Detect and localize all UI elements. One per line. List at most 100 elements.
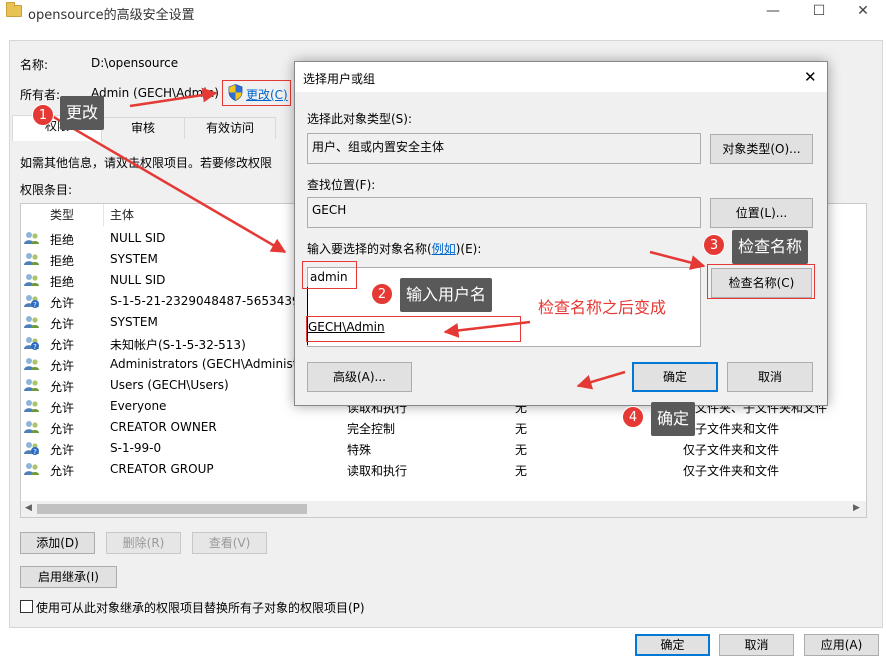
object-types-button[interactable]: 对象类型(O)... (710, 134, 813, 164)
location-field: GECH (307, 197, 701, 228)
enable-inheritance-button[interactable]: 启用继承(I) (20, 566, 117, 588)
ok-button[interactable]: 确定 (635, 634, 710, 656)
dialog-title: 选择用户或组 (303, 72, 376, 86)
row-principal: CREATOR GROUP (110, 462, 214, 476)
row-type: 拒绝 (50, 233, 75, 247)
row-access: 特殊 (347, 443, 372, 457)
check-names-highlight (707, 264, 815, 299)
svg-text:?: ? (33, 343, 37, 351)
table-row[interactable]: ? 允许 S-1-99-0 特殊 无 仅子文件夹和文件 (22, 438, 862, 459)
step-1-callout: 更改 (60, 96, 105, 130)
object-names-label-prefix: 输入要选择的对象名称( (307, 242, 432, 256)
object-names-label-suffix: )(E): (455, 242, 482, 256)
users-icon (24, 253, 39, 265)
object-names-label: 输入要选择的对象名称(例如)(E): (307, 240, 481, 257)
row-principal: Everyone (110, 399, 167, 413)
row-principal: NULL SID (110, 231, 166, 245)
users-icon (24, 316, 39, 328)
name-label: 名称: (20, 58, 49, 72)
step-1-badge: 1 (32, 104, 54, 126)
resolved-name-highlight (306, 316, 521, 342)
row-type: 允许 (50, 422, 75, 436)
owner-value: Admin (GECH\Admin) (91, 86, 219, 100)
view-button[interactable]: 查看(V) (192, 532, 267, 554)
row-type: 拒绝 (50, 275, 75, 289)
object-type-label: 选择此对象类型(S): (307, 112, 413, 126)
step-2-badge: 2 (371, 283, 393, 305)
advanced-button[interactable]: 高级(A)... (307, 362, 412, 392)
tab-effective-access[interactable]: 有效访问 (184, 117, 276, 139)
tab-auditing[interactable]: 审核 (101, 117, 185, 139)
users-icon (24, 463, 39, 475)
row-type: 允许 (50, 443, 75, 457)
unknown-user-icon: ? (24, 295, 39, 309)
cancel-button[interactable]: 取消 (719, 634, 794, 656)
replace-child-permissions-label: 使用可从此对象继承的权限项目替换所有子对象的权限项目(P) (36, 601, 365, 615)
dialog-cancel-button[interactable]: 取消 (727, 362, 813, 392)
locations-button[interactable]: 位置(L)... (710, 198, 813, 228)
remove-button[interactable]: 删除(R) (106, 532, 181, 554)
apply-button[interactable]: 应用(A) (804, 634, 879, 656)
row-principal: 未知帐户(S-1-5-32-513) (110, 338, 246, 352)
close-button[interactable]: ✕ (840, 0, 886, 24)
users-icon (24, 232, 39, 244)
row-inherited-from: 无 (515, 464, 528, 478)
row-type: 允许 (50, 296, 75, 310)
column-header-type[interactable]: 类型 (50, 206, 74, 223)
name-value: D:\opensource (91, 56, 179, 70)
scrollbar-thumb[interactable] (37, 504, 307, 514)
row-principal: S-1-5-21-2329048487-56534394 (110, 294, 308, 308)
step-3-callout: 检查名称 (732, 230, 809, 264)
users-icon (24, 400, 39, 412)
folder-icon (6, 2, 22, 17)
users-icon (24, 379, 39, 391)
row-access: 完全控制 (347, 422, 396, 436)
dialog-ok-button[interactable]: 确定 (632, 362, 718, 392)
row-type: 允许 (50, 464, 75, 478)
svg-text:?: ? (33, 301, 37, 309)
column-header-principal[interactable]: 主体 (110, 206, 134, 223)
scroll-left-icon[interactable]: ◀ (25, 503, 32, 513)
row-principal: Administrators (GECH\Administ (110, 357, 298, 371)
users-icon (24, 274, 39, 286)
row-applies-to: 仅子文件夹和文件 (683, 422, 780, 436)
row-principal: S-1-99-0 (110, 441, 162, 455)
table-row[interactable]: 允许 CREATOR GROUP 读取和执行 无 仅子文件夹和文件 (22, 459, 862, 480)
info-text: 如需其他信息，请双击权限项目。若要修改权限 (20, 156, 273, 170)
resolved-name-note: 检查名称之后变成 (538, 298, 667, 317)
column-separator (103, 204, 104, 226)
step-3-badge: 3 (703, 234, 725, 256)
row-principal: Users (GECH\Users) (110, 378, 229, 392)
maximize-button[interactable]: ☐ (796, 0, 842, 24)
row-type: 允许 (50, 401, 75, 415)
uac-shield-icon (228, 84, 243, 101)
row-applies-to: 仅子文件夹和文件 (683, 443, 780, 457)
svg-text:?: ? (33, 448, 37, 456)
object-type-field: 用户、组或内置安全主体 (307, 133, 701, 164)
unknown-user-icon: ? (24, 442, 39, 456)
minimize-button[interactable]: — (750, 0, 796, 24)
row-type: 允许 (50, 380, 75, 394)
dialog-close-button[interactable]: ✕ (804, 68, 817, 86)
row-principal: SYSTEM (110, 315, 158, 329)
window-title: opensource的高级安全设置 (28, 8, 195, 23)
unknown-user-icon: ? (24, 337, 39, 351)
table-row[interactable]: 允许 CREATOR OWNER 完全控制 无 仅子文件夹和文件 (22, 417, 862, 438)
row-type: 允许 (50, 317, 75, 331)
row-principal: SYSTEM (110, 252, 158, 266)
row-applies-to: 仅子文件夹和文件 (683, 464, 780, 478)
row-inherited-from: 无 (515, 443, 528, 457)
examples-link[interactable]: 例如 (432, 242, 456, 256)
tab-label: 审核 (130, 121, 155, 135)
row-access: 读取和执行 (347, 464, 408, 478)
scroll-right-icon[interactable]: ▶ (853, 503, 860, 513)
replace-child-permissions-checkbox[interactable] (20, 600, 33, 613)
row-inherited-from: 无 (515, 422, 528, 436)
change-owner-link[interactable]: 更改(C) (246, 86, 288, 103)
row-type: 允许 (50, 359, 75, 373)
tab-label: 有效访问 (205, 121, 254, 135)
owner-label: 所有者: (20, 88, 61, 102)
add-button[interactable]: 添加(D) (20, 532, 95, 554)
step-4-badge: 4 (622, 406, 644, 428)
row-type: 允许 (50, 338, 75, 352)
